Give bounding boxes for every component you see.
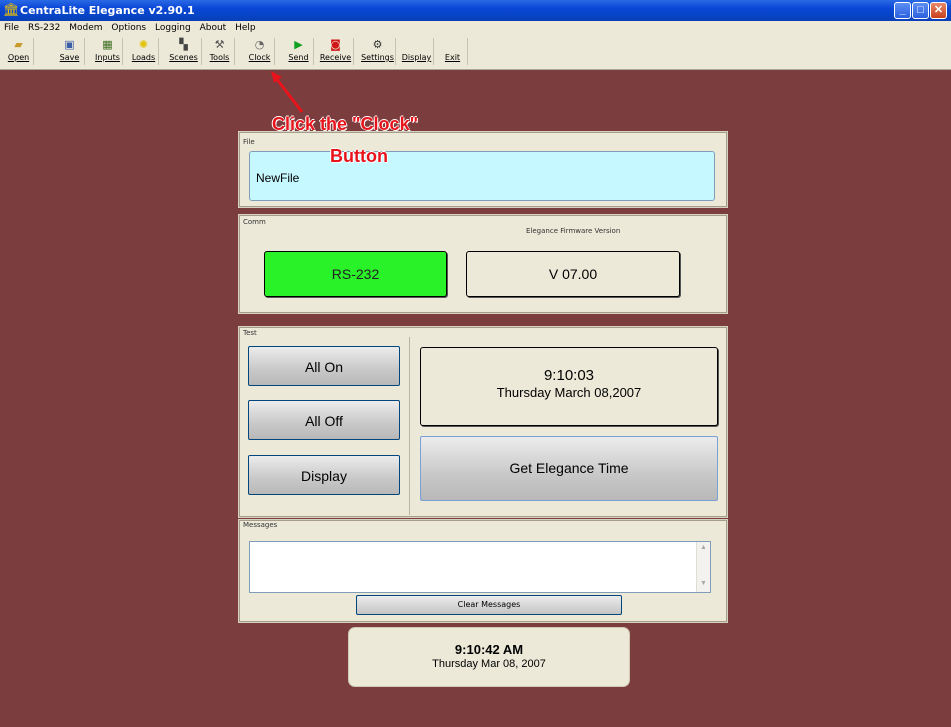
filename-text: NewFile [256, 171, 300, 185]
close-button[interactable]: ✕ [930, 2, 947, 19]
menu-modem[interactable]: Modem [69, 23, 102, 33]
all-on-button[interactable]: All On [248, 346, 400, 386]
comm-group-title: Comm [243, 218, 266, 226]
get-elegance-time-button[interactable]: Get Elegance Time [420, 436, 718, 501]
messages-group-title: Messages [243, 521, 278, 529]
maximize-button[interactable]: □ [912, 2, 929, 19]
open-button[interactable]: ▰ Open [4, 38, 34, 65]
title-bar: 🏛 CentraLite Elegance v2.90.1 _ □ ✕ [0, 0, 951, 21]
settings-button[interactable]: ⚙ Settings [360, 38, 396, 65]
pc-clock-time: 9:10:42 AM [454, 642, 524, 657]
menu-rs232[interactable]: RS-232 [28, 23, 60, 33]
receive-button[interactable]: ◙ Receive [318, 38, 354, 65]
firmware-version-display: V 07.00 [466, 251, 680, 297]
elegance-date: Thursday March 08,2007 [496, 385, 642, 400]
clock-button[interactable]: ◔ Clock [245, 38, 275, 65]
save-label: Save [59, 53, 80, 62]
pc-clock-date: Thursday Mar 08, 2007 [432, 658, 546, 670]
scenes-button[interactable]: ▚ Scenes [166, 38, 202, 65]
scenes-icon: ▚ [179, 38, 188, 51]
send-label: Send [288, 53, 309, 62]
inputs-label: Inputs [95, 53, 120, 62]
messages-scrollbar[interactable]: ▲ ▼ [696, 542, 710, 592]
exit-button[interactable]: Exit [438, 38, 468, 65]
settings-label: Settings [361, 53, 394, 62]
send-arrow-icon: ▶ [294, 38, 303, 51]
tools-icon: ⚒ [214, 38, 225, 51]
pc-clock-panel: 9:10:42 AM Thursday Mar 08, 2007 [348, 627, 630, 687]
exit-blank-icon [438, 38, 467, 52]
open-label: Open [7, 53, 30, 62]
save-icon: ▣ [64, 38, 75, 51]
display-button[interactable]: Display [248, 455, 400, 495]
loads-button[interactable]: ✺ Loads [129, 38, 159, 65]
rs232-button[interactable]: RS-232 [264, 251, 447, 297]
display-blank-icon [400, 38, 433, 52]
menu-help[interactable]: Help [235, 23, 256, 33]
test-divider [409, 337, 410, 515]
display-toolbar-button[interactable]: Display [400, 38, 434, 65]
inputs-grid-icon: ▦ [102, 38, 113, 51]
messages-textarea[interactable]: ▲ ▼ [249, 541, 711, 593]
inputs-button[interactable]: ▦ Inputs [93, 38, 123, 65]
clear-messages-button[interactable]: Clear Messages [356, 595, 622, 615]
test-group-title: Test [243, 329, 257, 337]
exit-label: Exit [444, 53, 461, 62]
elegance-time-display: 9:10:03 Thursday March 08,2007 [420, 347, 718, 426]
tools-label: Tools [209, 53, 230, 62]
clock-icon: ◔ [254, 38, 265, 51]
toolbar: ▰ Open ▣ Save ▦ Inputs ✺ Loads ▚ Scenes ⚒ Tool… [0, 35, 951, 70]
annotation-line2: Button [330, 146, 388, 166]
tools-button[interactable]: ⚒ Tools [205, 38, 235, 65]
menu-about[interactable]: About [200, 23, 227, 33]
firmware-version-label: Elegance Firmware Version [526, 227, 621, 235]
scroll-up-icon[interactable]: ▲ [700, 544, 707, 551]
filename-field[interactable]: NewFile [249, 151, 715, 201]
elegance-time: 9:10:03 [543, 367, 595, 384]
receive-icon: ◙ [330, 38, 341, 51]
save-button[interactable]: ▣ Save [55, 38, 85, 65]
folder-open-icon: ▰ [14, 38, 23, 51]
all-off-button[interactable]: All Off [248, 400, 400, 440]
lightbulb-icon: ✺ [138, 38, 149, 51]
scroll-down-icon[interactable]: ▼ [700, 580, 707, 587]
menu-logging[interactable]: Logging [155, 23, 191, 33]
annotation-arrow [271, 71, 304, 113]
minimize-button[interactable]: _ [894, 2, 911, 19]
annotation-line1: Click the "Clock" [272, 114, 419, 134]
menu-options[interactable]: Options [111, 23, 146, 33]
send-button[interactable]: ▶ Send [284, 38, 314, 65]
loads-label: Loads [131, 53, 156, 62]
app-icon: 🏛 [3, 2, 20, 17]
scenes-label: Scenes [169, 53, 198, 62]
window-title: CentraLite Elegance v2.90.1 [20, 4, 195, 17]
file-group-title: File [243, 138, 255, 146]
clock-label: Clock [248, 53, 271, 62]
display-toolbar-label: Display [401, 53, 432, 62]
receive-label: Receive [319, 53, 352, 62]
menu-bar: File RS-232 Modem Options Logging About … [0, 21, 951, 35]
menu-file[interactable]: File [4, 23, 19, 33]
settings-icon: ⚙ [372, 38, 383, 51]
